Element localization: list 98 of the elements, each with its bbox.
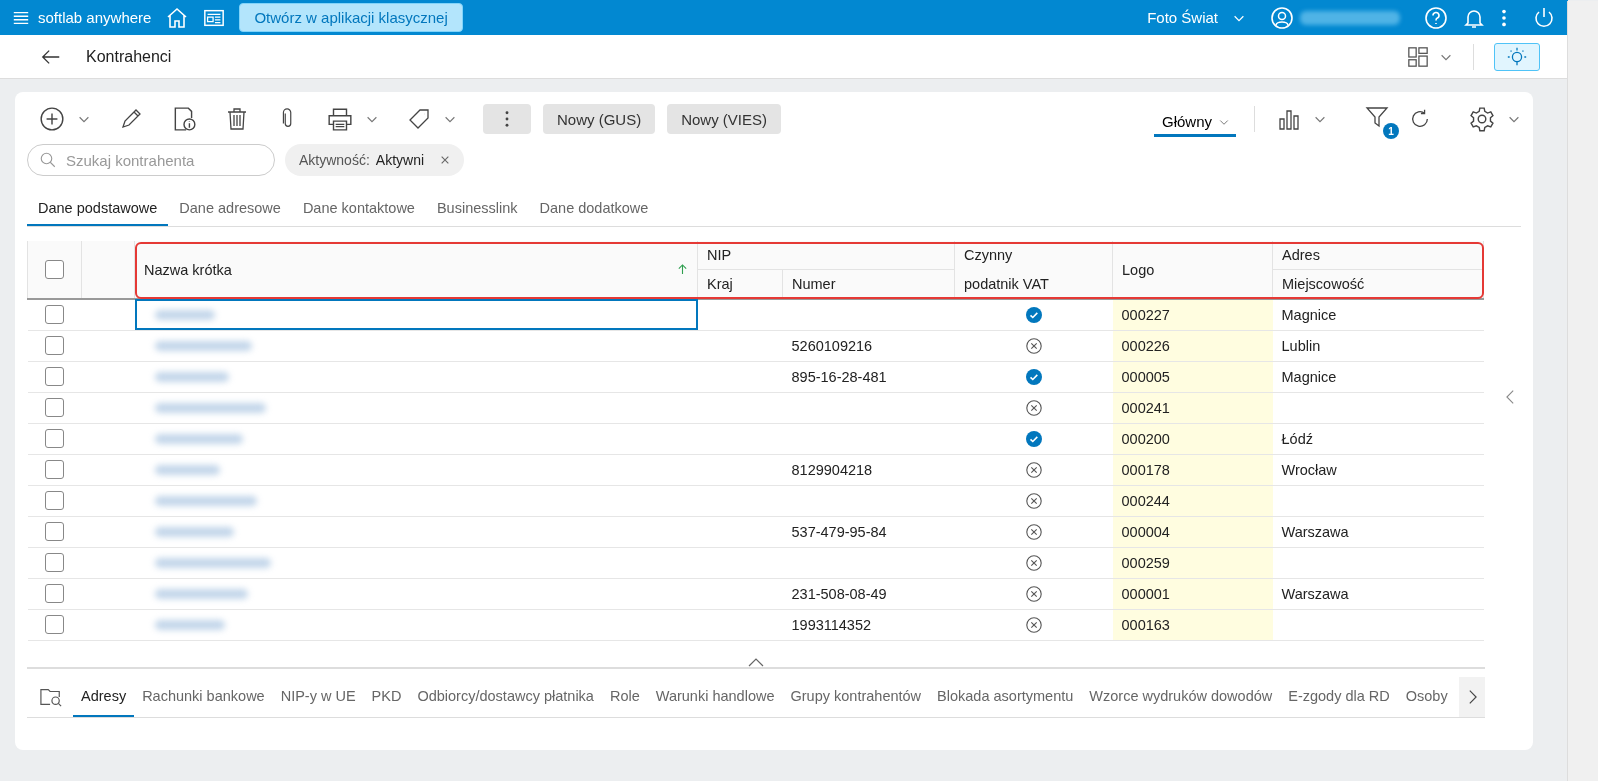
sort-ascending-icon[interactable]: [677, 264, 688, 275]
new-button[interactable]: Nowy (VIES): [667, 104, 782, 134]
row-checkbox[interactable]: [45, 367, 64, 386]
power-icon[interactable]: [1532, 5, 1556, 30]
table-cell: Lublin: [1281, 337, 1321, 354]
table-cell: 000226: [1121, 337, 1170, 354]
column-header[interactable]: Czynny: [964, 247, 1013, 264]
tab[interactable]: Dane adresowe: [168, 192, 292, 226]
trash-icon[interactable]: [225, 107, 249, 131]
layout-grid-icon[interactable]: [1407, 45, 1429, 68]
row-checkbox[interactable]: [45, 336, 64, 355]
settings-icon[interactable]: [1469, 106, 1495, 132]
tab[interactable]: Warunki handlowe: [647, 677, 783, 717]
table-cell: 000001: [1121, 585, 1170, 602]
filter-icon[interactable]: [1365, 105, 1389, 129]
chevron-up-icon[interactable]: [748, 657, 764, 667]
row-checkbox[interactable]: [45, 553, 64, 572]
lightbulb-icon: [1506, 45, 1528, 68]
table-cell: 895-16-28-481: [791, 368, 887, 385]
table-cell: 000163: [1121, 616, 1170, 633]
tab[interactable]: Dane podstawowe: [27, 192, 169, 226]
table-cell: 000200: [1121, 430, 1170, 447]
new-button[interactable]: Nowy (GUS): [543, 104, 656, 134]
table-cell: 000259: [1121, 554, 1170, 571]
select-all-checkbox[interactable]: [45, 260, 64, 279]
app-name: softlab anywhere: [38, 9, 152, 26]
column-header[interactable]: Nazwa krótka: [144, 261, 232, 278]
table-cell: 231-508-08-49: [791, 585, 887, 602]
table-cell: Wrocław: [1281, 461, 1337, 478]
company-selector[interactable]: Foto Świat: [1147, 9, 1218, 26]
row-checkbox[interactable]: [45, 398, 64, 417]
tab[interactable]: Odbiorcy/dostawcy płatnika: [409, 677, 602, 717]
table-cell: Magnice: [1281, 306, 1337, 323]
blurred-name: [154, 619, 225, 630]
tab[interactable]: Role: [601, 677, 648, 717]
search-field[interactable]: Szukaj kontrahenta: [27, 144, 275, 176]
page-scrollbar[interactable]: [1567, 1, 1598, 781]
row-checkbox[interactable]: [45, 522, 64, 541]
page-title: Kontrahenci: [86, 47, 172, 66]
row-checkbox[interactable]: [45, 429, 64, 448]
table-cell: 000004: [1121, 523, 1170, 540]
more-icon: [504, 110, 510, 128]
view-selector[interactable]: Główny: [1153, 109, 1236, 137]
folder-search-icon[interactable]: [39, 686, 63, 708]
tab[interactable]: Wzorce wydruków dowodów: [1081, 677, 1281, 717]
tab[interactable]: E-zgody dla RD: [1280, 677, 1398, 717]
table-cell: Magnice: [1281, 368, 1337, 385]
row-checkbox[interactable]: [45, 305, 64, 325]
column-header[interactable]: Kraj: [707, 276, 733, 292]
lightbulb-button[interactable]: [1494, 42, 1540, 71]
row-checkbox[interactable]: [45, 460, 64, 479]
tab[interactable]: Businesslink: [425, 192, 529, 226]
tab[interactable]: Blokada asortymentu: [929, 677, 1082, 717]
help-icon[interactable]: [1424, 5, 1448, 30]
table-cell: Warszawa: [1281, 523, 1349, 540]
table-cell: Łódź: [1281, 430, 1313, 447]
bar-chart-icon[interactable]: [1277, 107, 1301, 131]
tab[interactable]: NIP-y w UE: [272, 677, 364, 717]
tab[interactable]: Osoby: [1397, 677, 1449, 717]
tab[interactable]: Dane kontaktowe: [291, 192, 426, 226]
table-cell: 5260109216: [791, 337, 873, 354]
table-cell: 000241: [1121, 399, 1170, 416]
table-cell: Warszawa: [1281, 585, 1349, 602]
printer-icon[interactable]: [327, 106, 353, 132]
refresh-icon[interactable]: [1409, 108, 1431, 130]
user-icon[interactable]: [1270, 5, 1294, 30]
filter-label: Aktywność:: [299, 152, 370, 168]
close-icon[interactable]: [440, 155, 451, 165]
table-cell: 537-479-95-84: [791, 523, 887, 540]
row-checkbox[interactable]: [45, 491, 64, 510]
tab[interactable]: Grupy kontrahentów: [782, 677, 930, 717]
tag-icon[interactable]: [407, 107, 431, 131]
filter-count-badge: 1: [1383, 123, 1399, 139]
add-icon[interactable]: [39, 106, 65, 132]
table-cell: 8129904218: [791, 461, 873, 478]
table-cell: 000227: [1121, 306, 1170, 323]
column-header[interactable]: NIP: [707, 247, 732, 263]
row-checkbox[interactable]: [45, 584, 64, 603]
table-cell: 1993114352: [791, 616, 872, 633]
open-classic-button[interactable]: Otwórz w aplikacji klasycznej: [239, 3, 463, 32]
pencil-icon[interactable]: [119, 107, 143, 131]
column-header[interactable]: Adres: [1282, 247, 1320, 263]
column-header[interactable]: Numer: [792, 276, 836, 292]
tab[interactable]: Dane dodatkowe: [528, 192, 660, 226]
row-checkbox[interactable]: [45, 615, 64, 634]
scroll-right-button[interactable]: [1459, 677, 1485, 717]
tab[interactable]: Adresy: [73, 677, 135, 717]
tab[interactable]: PKD: [363, 677, 410, 717]
column-header[interactable]: Logo: [1122, 261, 1155, 278]
table-cell: 000178: [1121, 461, 1170, 478]
filter-value: Aktywni: [375, 152, 425, 168]
chevron-right-icon: [1467, 689, 1477, 705]
blurred-name: [154, 309, 215, 320]
blurred-name: [154, 464, 220, 475]
tab[interactable]: Rachunki bankowe: [134, 677, 273, 717]
table-cell: 000244: [1121, 492, 1170, 509]
table-cell: 000005: [1121, 368, 1170, 385]
chevron-left-icon[interactable]: [1506, 389, 1515, 405]
